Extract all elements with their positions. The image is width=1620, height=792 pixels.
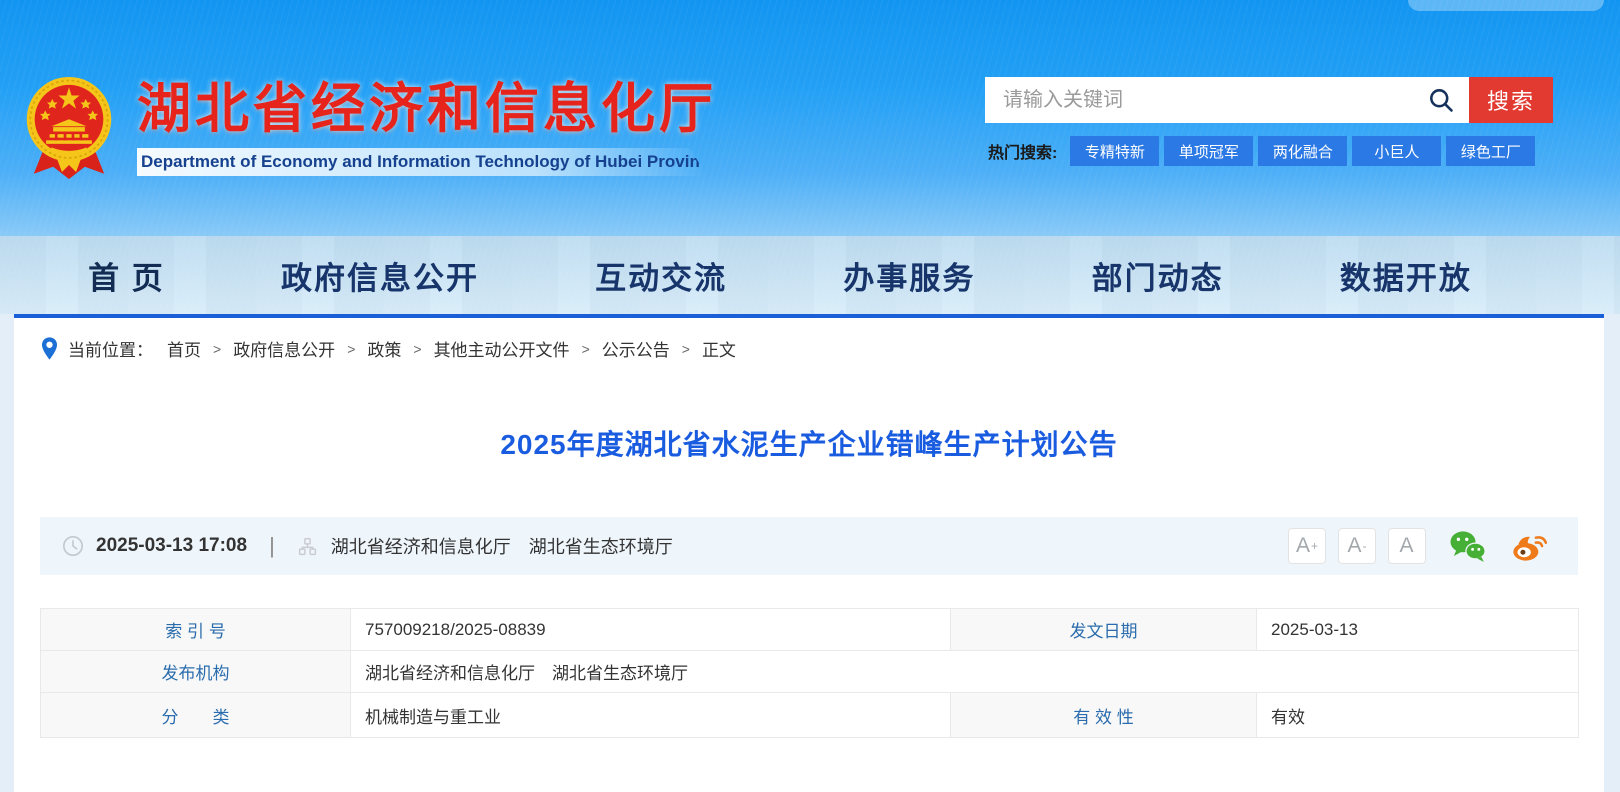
issue-date-value: 2025-03-13 [1257,609,1579,651]
org-sitemap-icon [297,536,318,557]
brand-block: 湖北省经济和信息化厅 Department of Economy and Inf… [137,72,717,176]
hot-tag[interactable]: 单项冠军 [1164,136,1253,166]
search-button[interactable]: 搜索 [1469,77,1553,123]
wechat-share-icon[interactable] [1448,529,1488,563]
validity-value: 有效 [1257,693,1579,738]
nav-item-services[interactable]: 办事服务 [843,253,975,298]
meta-divider: | [269,533,275,559]
font-size-reset-button[interactable]: A [1388,528,1426,564]
site-logo-link[interactable]: 湖北省经济和信息化厅 Department of Economy and Inf… [25,72,717,184]
article-meta-bar: 2025-03-13 17:08 | 湖北省经济和信息化厅 湖北省生态环境厅 A… [40,517,1578,575]
table-row: 索 引 号 757009218/2025-08839 发文日期 2025-03-… [41,609,1579,651]
breadcrumb-item-gov-info[interactable]: 政府信息公开 [233,336,335,361]
hot-tag[interactable]: 两化融合 [1258,136,1347,166]
breadcrumb-separator: > [413,341,421,357]
breadcrumb-item-policy[interactable]: 政策 [367,336,401,361]
nav-item-home[interactable]: 首 页 [88,253,165,298]
nav-item-interaction[interactable]: 互动交流 [595,253,727,298]
meta-right-group: A+ A- A [1276,528,1550,564]
header-top-rounded-artifact [1408,0,1604,11]
font-size-decrease-button[interactable]: A- [1338,528,1376,564]
search-icon[interactable] [1427,86,1455,114]
table-row: 分 类 机械制造与重工业 有 效 性 有效 [41,693,1579,738]
index-number-label: 索 引 号 [41,609,351,651]
site-header: 湖北省经济和信息化厅 Department of Economy and Inf… [0,0,1620,314]
font-btn-letter: A [1399,534,1413,558]
publish-sources: 湖北省经济和信息化厅 湖北省生态环境厅 [331,533,673,559]
search-box [985,77,1469,123]
font-btn-letter: A [1296,534,1310,558]
publish-datetime: 2025-03-13 17:08 [96,535,247,557]
site-subtitle-ribbon: Department of Economy and Information Te… [137,148,707,176]
breadcrumb-item-home[interactable]: 首页 [167,336,201,361]
meta-left-group: 2025-03-13 17:08 | 湖北省经济和信息化厅 湖北省生态环境厅 [62,533,673,559]
breadcrumb-separator: > [347,341,355,357]
nav-item-dept-news[interactable]: 部门动态 [1092,253,1224,298]
hot-tag[interactable]: 小巨人 [1352,136,1441,166]
issuing-agency-label: 发布机构 [41,651,351,693]
font-size-increase-button[interactable]: A+ [1288,528,1326,564]
hot-tag[interactable]: 绿色工厂 [1446,136,1535,166]
breadcrumb-label: 当前位置： [68,336,153,361]
site-title: 湖北省经济和信息化厅 [137,82,717,136]
content-panel: 当前位置： 首页 > 政府信息公开 > 政策 > 其他主动公开文件 > 公示公告… [14,314,1604,792]
category-label: 分 类 [41,693,351,738]
font-btn-letter: A [1347,534,1361,558]
weibo-share-icon[interactable] [1510,529,1550,563]
nav-item-open-data[interactable]: 数据开放 [1340,253,1472,298]
breadcrumb-separator: > [582,341,590,357]
breadcrumb-separator: > [682,341,690,357]
nav-item-gov-info[interactable]: 政府信息公开 [281,253,479,298]
search-input[interactable] [985,77,1469,123]
category-value: 机械制造与重工业 [351,693,951,738]
breadcrumb-item-current: 正文 [702,336,736,361]
article-title: 2025年度湖北省水泥生产企业错峰生产计划公告 [40,423,1578,463]
table-row: 发布机构 湖北省经济和信息化厅 湖北省生态环境厅 [41,651,1579,693]
issue-date-label: 发文日期 [951,609,1257,651]
national-emblem-icon [25,72,113,184]
breadcrumb: 当前位置： 首页 > 政府信息公开 > 政策 > 其他主动公开文件 > 公示公告… [40,318,1578,361]
index-number-value: 757009218/2025-08839 [351,609,951,651]
breadcrumb-separator: > [213,341,221,357]
main-nav: 首 页 政府信息公开 互动交流 办事服务 部门动态 数据开放 [30,236,1530,314]
site-title-english: Department of Economy and Information Te… [141,152,719,172]
breadcrumb-item-announcements[interactable]: 公示公告 [602,336,670,361]
issuing-agency-value: 湖北省经济和信息化厅 湖北省生态环境厅 [351,651,1579,693]
validity-label: 有 效 性 [951,693,1257,738]
hot-search-label: 热门搜索: [988,139,1057,163]
clock-icon [62,535,84,557]
search-bar: 搜索 [985,77,1553,123]
hot-tag[interactable]: 专精特新 [1070,136,1159,166]
location-pin-icon [40,336,59,361]
document-info-table: 索 引 号 757009218/2025-08839 发文日期 2025-03-… [40,608,1579,738]
breadcrumb-item-other-docs[interactable]: 其他主动公开文件 [434,336,570,361]
hot-search-row: 热门搜索: 专精特新 单项冠军 两化融合 小巨人 绿色工厂 [988,136,1540,166]
